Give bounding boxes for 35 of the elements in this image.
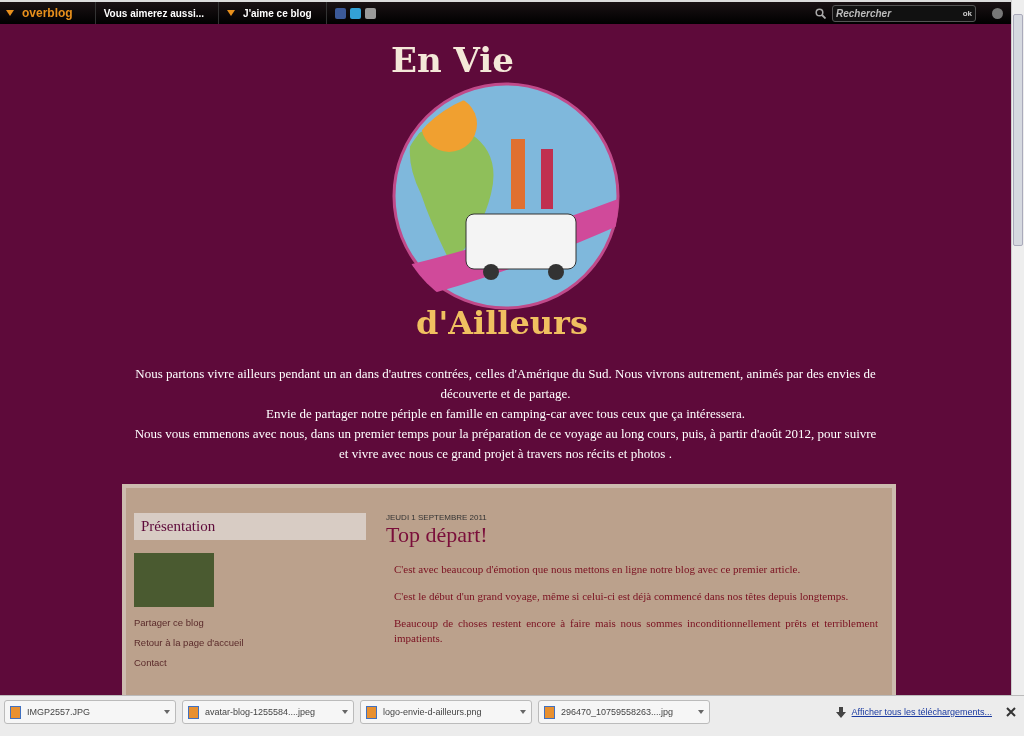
scrollbar[interactable] (1011, 0, 1024, 695)
sidebar-link[interactable]: Retour à la page d'accueil (134, 637, 366, 649)
download-item[interactable]: IMGP2557.JPG (4, 700, 176, 724)
caret-icon[interactable] (342, 710, 348, 714)
search-button[interactable]: ok (962, 8, 972, 18)
intro-paragraph: Nous vous emmenons avec nous, dans un premier temps pour la préparation de ce voyage au long cours, puis, à partir d'août 2012, pour suivre et vivre avec nous ce grand projet à travers nos récits et photos . (133, 425, 878, 464)
intro-paragraph: Envie de partager notre périple en famille en camping-car avec tous ceux que ça intéressera. (265, 405, 746, 424)
sidebar-link[interactable]: Partager ce blog (134, 617, 366, 629)
caret-icon[interactable] (227, 10, 236, 17)
search-icon (815, 7, 826, 19)
caret-icon[interactable] (520, 710, 526, 714)
menu-link[interactable]: Vous aimerez aussi... (103, 7, 205, 19)
intro-paragraph: Nous partons vivre ailleurs pendant un an dans d'autres contrées, celles d'Amérique du Sud. Nous vivrons autrement, animés par des envies de découverte et de partage. (134, 365, 877, 404)
post-paragraph: Beaucoup de choses restent encore à faire mais nous sommes inconditionnellement prêts et terriblement impatients. (394, 616, 878, 647)
download-item[interactable]: avatar-blog-1255584....jpeg (182, 700, 354, 724)
show-all-downloads-link[interactable]: Afficher tous les téléchargements... (851, 707, 992, 717)
caret-icon[interactable] (164, 710, 170, 714)
sidebar-link[interactable]: Contact (134, 657, 366, 669)
post-paragraph: C'est le début d'un grand voyage, même si celui-ci est déjà commencé dans nos têtes depuis longtemps. (394, 589, 850, 605)
brand-link[interactable]: overblog (22, 6, 73, 21)
download-icon (835, 706, 846, 718)
download-item[interactable]: 296470_10759558263....jpg (538, 700, 710, 724)
download-item[interactable]: logo-envie-d-ailleurs.png (360, 700, 532, 724)
caret-icon[interactable] (6, 10, 14, 17)
post-title[interactable]: Top départ! (386, 522, 878, 549)
search-field[interactable]: Rechercher ok (832, 4, 976, 22)
file-icon (10, 705, 21, 719)
file-icon (188, 705, 199, 719)
sidebar-title: Présentation (134, 513, 366, 541)
file-icon (544, 705, 555, 719)
post-date: JEUDI 1 SEPTEMBRE 2011 (386, 513, 488, 523)
caret-icon[interactable] (698, 710, 704, 714)
menu-link[interactable]: J'aime ce blog (243, 7, 312, 19)
post-paragraph: C'est avec beaucoup d'émotion que nous mettons en ligne notre blog avec ce premier article. (394, 562, 802, 578)
file-icon (366, 705, 377, 719)
